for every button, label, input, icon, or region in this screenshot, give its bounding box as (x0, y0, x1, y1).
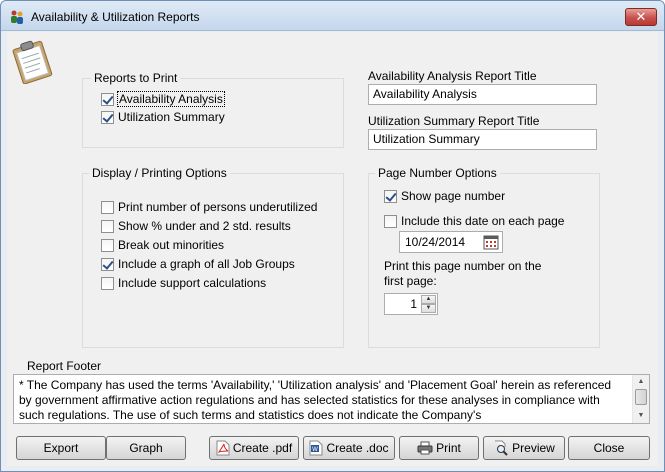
show-page-number-checkbox[interactable]: Show page number (384, 187, 505, 205)
report-footer-textarea[interactable]: * The Company has used the terms 'Availa… (13, 374, 650, 424)
checkbox-box[interactable] (101, 276, 114, 290)
print-underutilized-checkbox[interactable]: Print number of persons underutilized (101, 198, 317, 216)
report-footer-label: Report Footer (27, 359, 102, 373)
window-close-button[interactable]: ✕ (625, 8, 657, 26)
graph-button[interactable]: Graph (106, 436, 186, 460)
dialog-client-area: Reports to Print Availability Analysis U… (7, 32, 658, 466)
report-footer-text: * The Company has used the terms 'Availa… (19, 378, 612, 422)
checkbox-box[interactable] (101, 110, 114, 124)
title-bar[interactable]: Availability & Utilization Reports ✕ (1, 1, 664, 31)
checkbox-box[interactable] (101, 92, 114, 106)
close-button[interactable]: Close (568, 436, 650, 460)
checkbox-box[interactable] (101, 200, 114, 214)
print-button[interactable]: Print (399, 436, 479, 460)
footer-scrollbar[interactable]: ▲ ▼ (632, 375, 649, 423)
include-support-calculations-checkbox[interactable]: Include support calculations (101, 274, 266, 292)
pdf-icon (216, 440, 230, 456)
create-doc-button[interactable]: W Create .doc (303, 436, 395, 460)
page-number-options-title: Page Number Options (375, 166, 500, 180)
checkbox-box[interactable] (384, 214, 397, 228)
export-button[interactable]: Export (16, 436, 106, 460)
checkbox-box[interactable] (384, 189, 397, 203)
date-value: 10/24/2014 (405, 235, 466, 249)
date-picker[interactable]: 10/24/2014 (399, 231, 503, 253)
calendar-icon[interactable] (483, 234, 499, 250)
checkbox-box[interactable] (101, 257, 114, 271)
window-title: Availability & Utilization Reports (31, 10, 200, 24)
first-page-number-stepper[interactable]: 1 ▲ ▼ (384, 293, 438, 315)
display-options-title: Display / Printing Options (89, 166, 230, 180)
printer-icon (417, 441, 433, 455)
reports-to-print-title: Reports to Print (91, 71, 181, 85)
magnifier-icon (495, 440, 508, 456)
people-icon (11, 10, 23, 24)
availability-title-input[interactable]: Availability Analysis (368, 84, 597, 105)
stepper-buttons: ▲ ▼ (421, 295, 436, 313)
show-percent-under-checkbox[interactable]: Show % under and 2 std. results (101, 217, 291, 235)
utilization-title-label: Utilization Summary Report Title (368, 114, 540, 128)
report-window: Availability & Utilization Reports ✕ Rep… (0, 0, 665, 472)
preview-button[interactable]: Preview (483, 436, 565, 460)
stepper-down-icon[interactable]: ▼ (421, 304, 436, 313)
utilization-summary-checkbox[interactable]: Utilization Summary (101, 108, 225, 126)
create-pdf-button[interactable]: Create .pdf (209, 436, 299, 460)
first-page-number-value: 1 (410, 297, 417, 311)
break-out-minorities-checkbox[interactable]: Break out minorities (101, 236, 224, 254)
availability-analysis-checkbox[interactable]: Availability Analysis (101, 90, 225, 108)
stepper-up-icon[interactable]: ▲ (421, 295, 436, 304)
availability-title-label: Availability Analysis Report Title (368, 69, 537, 83)
scroll-thumb[interactable] (635, 389, 647, 405)
utilization-title-input[interactable]: Utilization Summary (368, 129, 597, 150)
include-graph-checkbox[interactable]: Include a graph of all Job Groups (101, 255, 295, 273)
clipboard-icon (12, 40, 53, 84)
include-date-checkbox[interactable]: Include this date on each page (384, 212, 564, 230)
first-page-label-line2: first page: (384, 274, 437, 288)
svg-text:W: W (312, 446, 318, 453)
scroll-down-icon[interactable]: ▼ (633, 409, 649, 423)
word-doc-icon: W (309, 440, 323, 456)
first-page-label-line1: Print this page number on the (384, 259, 542, 273)
checkbox-box[interactable] (101, 238, 114, 252)
scroll-up-icon[interactable]: ▲ (633, 375, 649, 389)
checkbox-box[interactable] (101, 219, 114, 233)
